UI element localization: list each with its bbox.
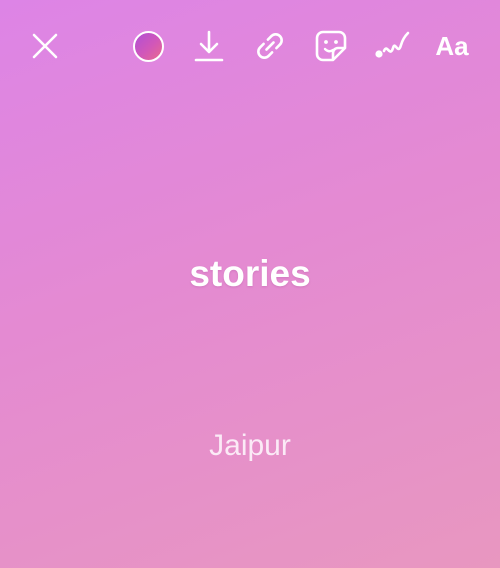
sticker-icon xyxy=(315,30,347,62)
link-icon xyxy=(257,33,283,59)
story-canvas[interactable]: Aa stories Jaipur xyxy=(0,0,500,568)
sticker-button[interactable] xyxy=(309,24,353,68)
color-circle-icon xyxy=(132,30,164,62)
story-title-text[interactable]: stories xyxy=(0,250,500,298)
link-button[interactable] xyxy=(248,24,292,68)
download-icon xyxy=(194,30,224,62)
close-button[interactable] xyxy=(23,24,67,68)
location-text[interactable]: Jaipur xyxy=(0,426,500,466)
download-button[interactable] xyxy=(187,24,231,68)
text-tool-button[interactable]: Aa xyxy=(430,24,474,68)
draw-button[interactable] xyxy=(370,24,414,68)
close-icon xyxy=(32,33,58,59)
draw-squiggle-icon xyxy=(375,31,410,58)
text-tool-label: Aa xyxy=(435,31,469,61)
story-toolbar: Aa xyxy=(0,0,500,92)
color-picker-button[interactable] xyxy=(126,24,170,68)
